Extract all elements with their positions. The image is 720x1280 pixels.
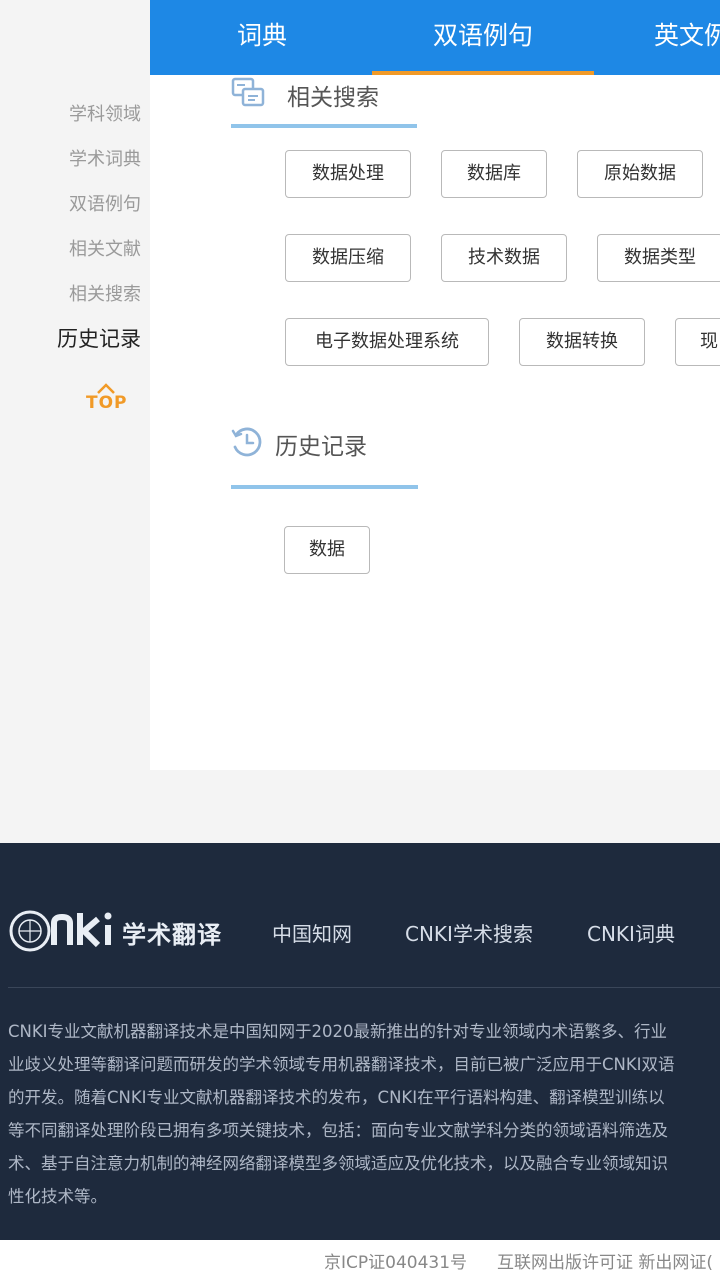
history-chip[interactable]: 数据 <box>284 526 370 574</box>
related-search-underline <box>231 124 417 128</box>
related-search-chip[interactable]: 数据类型 <box>597 234 720 282</box>
side-nav-item-related-search[interactable]: 相关搜索 <box>69 280 141 306</box>
history-clock-icon <box>231 425 263 463</box>
related-search-chip[interactable]: 电子数据处理系统 <box>285 318 489 366</box>
history-title: 历史记录 <box>275 434 367 460</box>
cnki-logo-text: 学术翻译 <box>122 920 222 949</box>
related-search-chip[interactable]: 现 <box>675 318 720 366</box>
side-nav-item-subject-field[interactable]: 学科领域 <box>69 100 141 126</box>
side-nav: 学科领域 学术词典 双语例句 相关文献 相关搜索 历史记录 TOP <box>0 0 150 770</box>
side-nav-item-bilingual-examples[interactable]: 双语例句 <box>69 190 141 216</box>
back-to-top-label: TOP <box>86 393 128 413</box>
main-content <box>150 0 720 770</box>
page: 学科领域 学术词典 双语例句 相关文献 相关搜索 历史记录 TOP 词典 双语例… <box>0 0 720 1280</box>
footer-divider <box>8 987 720 988</box>
publish-license[interactable]: 互联网出版许可证 新出网证( <box>497 1248 713 1273</box>
related-search-chip[interactable]: 数据处理 <box>285 150 411 198</box>
tab-bar: 词典 双语例句 英文例 <box>150 0 720 75</box>
side-nav-item-related-literature[interactable]: 相关文献 <box>69 235 141 261</box>
related-search-header: 相关搜索 <box>231 76 379 114</box>
related-search-title: 相关搜索 <box>287 85 379 111</box>
cnki-logo[interactable]: 学术翻译 <box>8 905 222 959</box>
cnki-logo-icon <box>8 905 116 959</box>
footer-link-cnki-scholar[interactable]: CNKI学术搜索 <box>405 918 533 947</box>
related-search-chip[interactable]: 原始数据 <box>577 150 703 198</box>
related-search-chip[interactable]: 数据转换 <box>519 318 645 366</box>
footer-description: CNKI专业文献机器翻译技术是中国知网于2020最新推出的针对专业领域内术语繁多… <box>8 1022 675 1206</box>
related-search-chip[interactable]: 数据库 <box>441 150 547 198</box>
tab-bilingual-examples[interactable]: 双语例句 <box>372 0 594 75</box>
history-header: 历史记录 <box>231 425 367 463</box>
footer-link-cnki-dictionary[interactable]: CNKI词典 <box>587 918 675 947</box>
tab-english-literature[interactable]: 英文例 <box>654 0 720 75</box>
side-nav-item-academic-dictionary[interactable]: 学术词典 <box>69 145 141 171</box>
tab-dictionary[interactable]: 词典 <box>212 0 312 75</box>
back-to-top-button[interactable]: TOP <box>86 380 128 420</box>
related-search-chip[interactable]: 技术数据 <box>441 234 567 282</box>
history-underline <box>231 485 418 489</box>
related-search-chip[interactable]: 数据压缩 <box>285 234 411 282</box>
related-search-icon <box>231 76 267 114</box>
footer-link-cnki[interactable]: 中国知网 <box>272 918 352 947</box>
icp-license[interactable]: 京ICP证040431号 <box>324 1248 467 1273</box>
chevron-up-icon <box>86 380 126 394</box>
side-nav-item-history[interactable]: 历史记录 <box>57 323 141 353</box>
